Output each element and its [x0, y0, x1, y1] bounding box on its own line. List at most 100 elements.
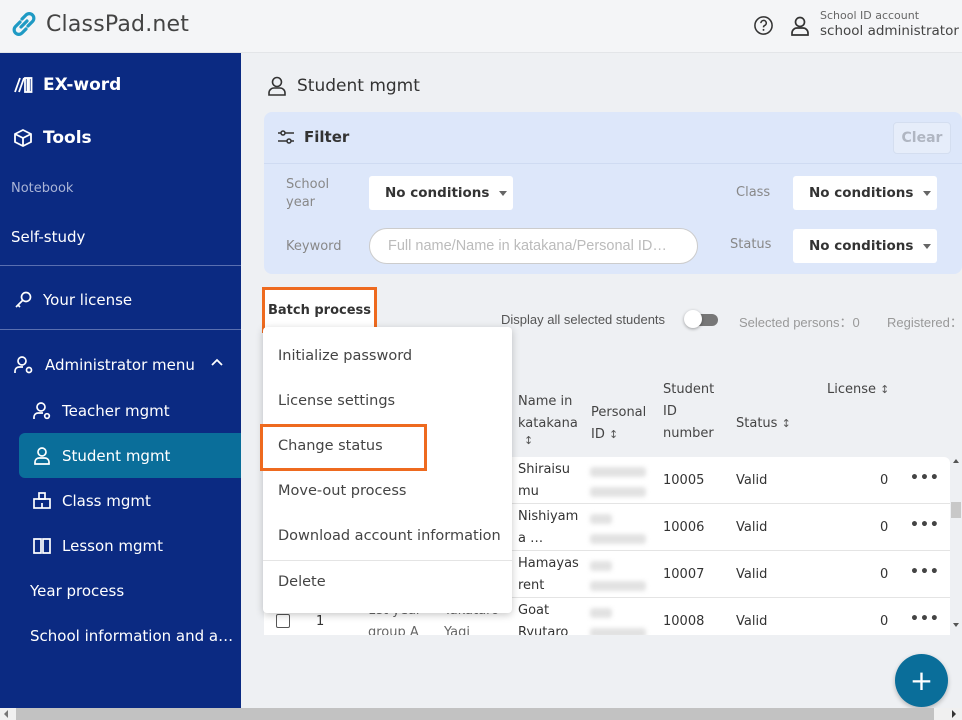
header-student-id[interactable]: Student ID number — [663, 379, 714, 445]
student-id-cell: 10005 — [663, 473, 705, 488]
sidebar-item-administrator-menu[interactable]: Administrator menu — [13, 355, 195, 375]
katakana-cell: Hamayas rent — [518, 556, 579, 593]
class-value: No conditions — [809, 185, 914, 201]
scrollbar-thumb[interactable] — [951, 502, 961, 518]
scrollbar-thumb[interactable] — [16, 708, 934, 720]
sidebar-item-student-mgmt[interactable]: Student mgmt — [32, 446, 170, 466]
sidebar-item-teacher-mgmt[interactable]: Teacher mgmt — [32, 401, 170, 421]
sort-icon: ↕ — [880, 383, 890, 396]
chevron-up-icon[interactable] — [210, 357, 224, 367]
menu-item-download-account-information[interactable]: Download account information — [278, 528, 501, 544]
student-id-cell: 10008 — [663, 614, 705, 629]
more-options-icon[interactable]: ••• — [910, 611, 940, 627]
sidebar-item-year-process[interactable]: Year process — [30, 582, 124, 600]
caret-down-icon — [499, 190, 508, 196]
sidebar-label: Student mgmt — [62, 447, 171, 465]
school-year-select[interactable]: No conditions — [369, 176, 513, 210]
keyword-input[interactable] — [369, 228, 698, 264]
header-text: Personal — [591, 405, 647, 420]
account-info[interactable]: School ID account school administrator — [820, 9, 959, 39]
class-label: Class — [736, 185, 771, 200]
sidebar-item-tools[interactable]: Tools — [13, 128, 92, 148]
horizontal-scrollbar[interactable] — [0, 708, 962, 720]
header-text: Status — [736, 416, 778, 431]
personal-id-blurred — [590, 628, 646, 635]
filter-header[interactable]: Filter Clear — [264, 112, 962, 164]
filter-title: Filter — [277, 128, 349, 146]
menu-item-delete[interactable]: Delete — [278, 574, 326, 590]
clear-button[interactable]: Clear — [893, 122, 951, 154]
header-text: katakana — [518, 416, 578, 431]
row-checkbox[interactable] — [276, 614, 290, 628]
menu-item-move-out-process[interactable]: Move-out process — [278, 483, 406, 499]
menu-item-license-settings[interactable]: License settings — [278, 393, 395, 409]
header-text: ID — [663, 404, 677, 419]
student-icon — [34, 447, 50, 465]
license-cell: 0 — [880, 614, 889, 629]
school-year-label: School year — [286, 177, 330, 210]
school-year-value: No conditions — [385, 185, 490, 201]
status-label: Status — [730, 237, 772, 252]
tools-box-icon — [14, 128, 32, 148]
page-title-text: Student mgmt — [297, 76, 420, 96]
personal-id-blurred — [590, 561, 612, 571]
sidebar-item-your-license[interactable]: Your license — [13, 290, 132, 310]
sidebar-item-notebook[interactable]: Notebook — [11, 181, 73, 196]
scroll-up-arrow-icon[interactable] — [953, 459, 959, 463]
more-options-icon[interactable]: ••• — [910, 564, 940, 580]
key-icon — [15, 291, 32, 308]
license-cell: 0 — [880, 473, 889, 488]
sidebar-divider — [0, 329, 241, 330]
menu-divider — [263, 560, 512, 561]
user-icon[interactable] — [790, 15, 810, 37]
sort-icon: ↕ — [524, 434, 534, 447]
personal-id-blurred — [590, 487, 646, 497]
filter-title-text: Filter — [304, 128, 350, 146]
registered-count: Registered： — [887, 315, 962, 330]
scroll-right-arrow-icon[interactable] — [952, 710, 956, 718]
add-student-button[interactable]: + — [895, 654, 948, 707]
sidebar-item-self-study[interactable]: Self-study — [11, 228, 85, 246]
sidebar-label: Class mgmt — [62, 492, 151, 510]
more-options-icon[interactable]: ••• — [910, 470, 940, 486]
filter-panel: Filter Clear School year No conditions C… — [264, 112, 962, 274]
katakana-cell: Nishiyam a … — [518, 509, 579, 546]
sidebar-item-lesson-mgmt[interactable]: Lesson mgmt — [32, 536, 163, 556]
display-all-toggle[interactable] — [684, 310, 718, 328]
menu-item-initialize-password[interactable]: Initialize password — [278, 348, 412, 364]
header-text: ID — [591, 427, 605, 442]
status-value: No conditions — [809, 238, 914, 254]
caret-down-icon — [923, 190, 932, 196]
keyword-label: Keyword — [286, 239, 342, 254]
help-icon[interactable] — [753, 15, 774, 36]
logo[interactable]: ClassPad.net — [10, 10, 189, 38]
class-select[interactable]: No conditions — [793, 176, 937, 210]
sidebar-item-school-information[interactable]: School information and a… — [30, 627, 233, 645]
table-vertical-scrollbar[interactable] — [950, 457, 962, 635]
student-icon — [268, 76, 286, 96]
exword-icon — [14, 77, 33, 93]
scroll-left-arrow-icon[interactable] — [4, 710, 8, 718]
change-status-highlight — [260, 424, 427, 471]
scroll-down-arrow-icon[interactable] — [953, 623, 959, 627]
header-personal-id[interactable]: Personal ID ↕ — [591, 402, 646, 446]
header-license[interactable]: License ↕ — [827, 379, 889, 401]
sidebar-label: Tools — [43, 128, 92, 148]
caret-down-icon — [923, 243, 932, 249]
sidebar-item-class-mgmt[interactable]: Class mgmt — [32, 491, 151, 511]
account-name: school administrator — [820, 23, 959, 39]
student-id-cell: 10006 — [663, 520, 705, 535]
class-building-icon — [33, 492, 51, 509]
more-options-icon[interactable]: ••• — [910, 517, 940, 533]
personal-id-blurred — [590, 514, 612, 524]
book-icon — [33, 538, 51, 554]
status-select[interactable]: No conditions — [793, 229, 937, 263]
header-text: License — [827, 382, 877, 397]
license-cell: 0 — [880, 567, 889, 582]
top-bar: ClassPad.net School ID account school ad… — [0, 0, 962, 53]
header-katakana[interactable]: Name in katakana ↕ — [518, 391, 578, 447]
personal-id-blurred — [590, 608, 612, 618]
personal-id-blurred — [590, 467, 646, 477]
header-status[interactable]: Status ↕ — [736, 413, 791, 435]
sidebar-item-exword[interactable]: EX-word — [13, 75, 121, 95]
